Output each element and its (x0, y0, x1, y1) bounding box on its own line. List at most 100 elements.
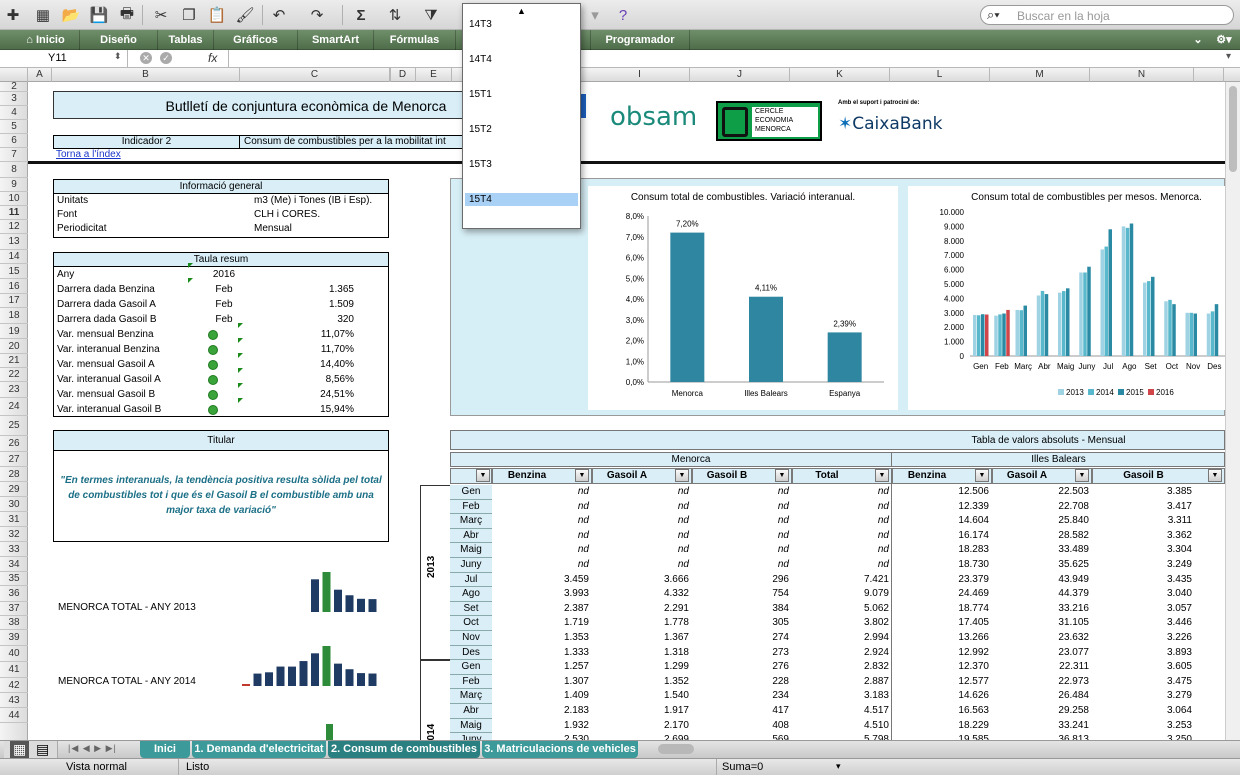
select-all-corner[interactable] (0, 68, 28, 82)
row-header[interactable]: 12 (0, 220, 28, 234)
row-header[interactable]: 2 (0, 82, 28, 92)
tab-nav-arrows-icon[interactable]: |◀ ◀ ▶ ▶| (68, 743, 117, 754)
gear-icon[interactable]: ⚙▾ (1210, 30, 1238, 50)
row-header[interactable]: 23 (0, 382, 28, 398)
row-header[interactable]: 36 (0, 586, 28, 602)
new-icon[interactable]: ✚ (2, 4, 24, 26)
tab-tablas[interactable]: Tablas (158, 30, 214, 50)
row-header[interactable]: 8 (0, 162, 28, 178)
column-header[interactable]: N (1090, 68, 1194, 82)
column-header[interactable]: M (990, 68, 1090, 82)
row-header[interactable]: 16 (0, 279, 28, 294)
column-header[interactable]: K (790, 68, 890, 82)
tab-programador[interactable]: Programador (590, 30, 690, 50)
row-header[interactable]: 10 (0, 192, 28, 206)
sheet-tab-combustibles[interactable]: 2. Consum de combustibles (328, 741, 480, 758)
row-header[interactable]: 37 (0, 602, 28, 616)
row-header[interactable]: 38 (0, 616, 28, 630)
scrollbar-thumb[interactable] (1229, 86, 1237, 172)
filter-dropdown-icon[interactable]: ▼ (775, 469, 789, 482)
normal-view-icon[interactable]: ▦ (10, 741, 30, 758)
column-header[interactable]: L (890, 68, 990, 82)
column-header[interactable]: D (390, 68, 416, 82)
filter-dropdown-icon[interactable]: ▼ (575, 469, 589, 482)
horizontal-scrollbar-thumb[interactable] (658, 744, 694, 754)
sheet-search-field[interactable]: ⌕▾ Buscar en la hoja (980, 5, 1234, 25)
expand-formula-icon[interactable]: ▾ (1226, 51, 1231, 62)
row-header[interactable]: 3 (0, 92, 28, 106)
row-header[interactable]: 27 (0, 452, 28, 467)
sheet-tab-electricitat[interactable]: 1. Demanda d'electricitat (192, 741, 326, 758)
row-header[interactable]: 33 (0, 542, 28, 557)
row-header[interactable]: 40 (0, 646, 28, 662)
row-header[interactable]: 29 (0, 482, 28, 497)
column-header[interactable]: J (690, 68, 790, 82)
filter-icon[interactable]: ⧩ (420, 4, 442, 26)
print-icon[interactable]: 🖶 (116, 4, 138, 26)
open-icon[interactable]: 📂 (60, 4, 82, 26)
row-header[interactable]: 6 (0, 134, 28, 148)
row-header[interactable]: 28 (0, 467, 28, 482)
zoom-dropdown-arrow-icon[interactable]: ▾ (584, 4, 606, 26)
view-toggle[interactable]: ▦ ▤ (4, 741, 58, 758)
confirm-icon[interactable]: ✓ (160, 52, 172, 64)
row-header[interactable]: 7 (0, 148, 28, 162)
row-header[interactable]: 11 (0, 206, 28, 220)
row-header[interactable]: 9 (0, 178, 28, 192)
row-header[interactable]: 26 (0, 436, 28, 452)
name-box-stepper-icon[interactable]: ⬍ (114, 51, 122, 62)
column-header[interactable]: E (416, 68, 452, 82)
row-header[interactable]: 31 (0, 512, 28, 527)
help-icon[interactable]: ? (612, 4, 634, 26)
tab-graficos[interactable]: Gráficos (214, 30, 298, 50)
dropdown-option[interactable]: 14T3 (465, 18, 578, 31)
row-header[interactable]: 4 (0, 106, 28, 120)
vertical-scrollbar[interactable] (1225, 82, 1240, 740)
tab-smartart[interactable]: SmartArt (298, 30, 374, 50)
sheet-tab-matriculacions[interactable]: 3. Matriculacions de vehicles (482, 741, 638, 758)
autosum-icon[interactable]: Σ (350, 4, 372, 26)
redo-icon[interactable]: ↷ (306, 4, 328, 26)
dropdown-option[interactable]: 15T2 (465, 123, 578, 136)
row-header[interactable]: 20 (0, 339, 28, 354)
row-header[interactable]: 24 (0, 398, 28, 416)
row-header[interactable]: 25 (0, 416, 28, 436)
sum-indicator[interactable]: Suma=0 (722, 761, 763, 773)
row-header[interactable]: 32 (0, 527, 28, 542)
format-painter-icon[interactable]: 🖌 (234, 4, 256, 26)
filter-dropdown-icon[interactable]: ▼ (476, 469, 490, 482)
gallery-icon[interactable]: ▦ (32, 4, 54, 26)
copy-icon[interactable]: ❐ (178, 4, 200, 26)
column-header[interactable]: A (28, 68, 52, 82)
tab-inicio[interactable]: ⌂ Inicio (12, 30, 80, 50)
row-header[interactable]: 41 (0, 662, 28, 678)
row-header[interactable]: 30 (0, 497, 28, 512)
filter-dropdown-icon[interactable]: ▼ (975, 469, 989, 482)
formula-input[interactable] (228, 50, 1224, 67)
cut-icon[interactable]: ✂ (150, 4, 172, 26)
filter-dropdown-icon[interactable]: ▼ (1208, 469, 1222, 482)
filter-dropdown-icon[interactable]: ▼ (1075, 469, 1089, 482)
tab-diseno[interactable]: Diseño (80, 30, 158, 50)
sheet-tab-inici[interactable]: Inici (140, 741, 190, 758)
back-to-index-link[interactable]: Torna a l'índex (56, 149, 121, 160)
sort-icon[interactable]: ⇅ (384, 4, 406, 26)
row-header[interactable]: 15 (0, 264, 28, 279)
dropdown-option[interactable]: 14T4 (465, 53, 578, 66)
period-dropdown-list[interactable]: ▲ 14T3 14T4 15T1 15T2 15T3 15T4 (462, 3, 581, 229)
row-header[interactable]: 22 (0, 368, 28, 382)
filter-dropdown-icon[interactable]: ▼ (675, 469, 689, 482)
dropdown-option[interactable]: 15T3 (465, 158, 578, 171)
undo-icon[interactable]: ↶ (268, 4, 290, 26)
row-header[interactable]: 42 (0, 678, 28, 693)
column-header[interactable]: B (52, 68, 240, 82)
row-header[interactable]: 43 (0, 693, 28, 708)
row-header[interactable]: 13 (0, 234, 28, 250)
filter-dropdown-icon[interactable]: ▼ (875, 469, 889, 482)
scroll-up-icon[interactable]: ▲ (517, 6, 526, 16)
row-header[interactable]: 5 (0, 120, 28, 134)
collapse-ribbon-icon[interactable]: ⌄ (1188, 30, 1208, 50)
name-box[interactable]: Y11 (0, 50, 128, 67)
paste-icon[interactable]: 📋 (206, 4, 228, 26)
row-header[interactable]: 17 (0, 294, 28, 308)
